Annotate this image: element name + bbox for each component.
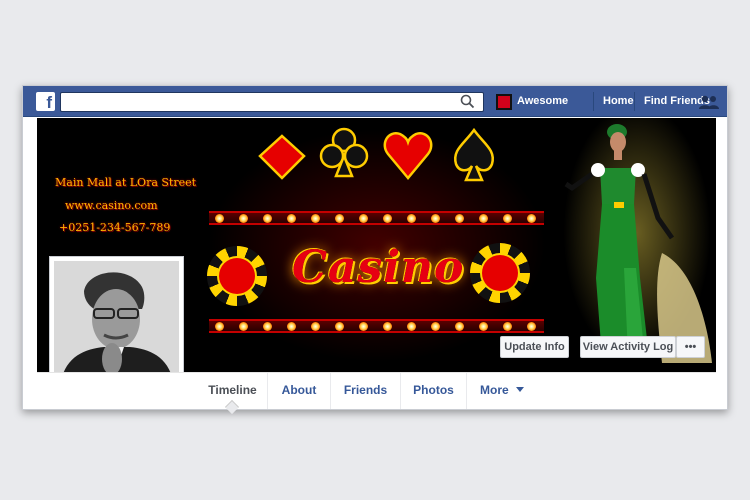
- tab-more[interactable]: More: [467, 373, 537, 409]
- tab-more-label: More: [480, 383, 509, 397]
- diamond-icon: [258, 134, 306, 180]
- tab-friends[interactable]: Friends: [331, 373, 401, 409]
- nav-divider: [634, 92, 635, 111]
- heart-icon: [383, 132, 433, 180]
- home-link[interactable]: Home: [603, 95, 634, 107]
- nav-divider: [593, 92, 594, 111]
- club-icon: [319, 127, 369, 178]
- search-icon[interactable]: [459, 93, 477, 111]
- marquee-lights-top: [209, 211, 544, 225]
- profile-thumbnail[interactable]: [496, 94, 512, 110]
- update-info-button[interactable]: Update Info: [500, 336, 569, 358]
- facebook-page-frame: f Awesome Home Find Friends Main Mall at…: [22, 85, 728, 415]
- search-input[interactable]: [60, 92, 484, 112]
- card-suits-decoration: [258, 127, 495, 182]
- cover-website-text: www.casino.com: [65, 199, 158, 212]
- tab-about[interactable]: About: [268, 373, 331, 409]
- tab-photos[interactable]: Photos: [401, 373, 467, 409]
- profile-name-link[interactable]: Awesome: [517, 95, 568, 107]
- poker-chip-right: [470, 243, 530, 303]
- marquee-lights-bottom: [209, 319, 544, 333]
- more-options-button[interactable]: •••: [676, 336, 705, 358]
- spade-icon: [453, 127, 495, 182]
- facebook-logo-icon[interactable]: f: [36, 92, 55, 111]
- top-navigation-bar: f Awesome Home Find Friends: [23, 86, 727, 117]
- casino-title: Casino: [292, 242, 465, 293]
- profile-picture[interactable]: [49, 256, 184, 391]
- profile-portrait: [54, 261, 179, 386]
- showgirl-illustration: [564, 124, 712, 363]
- cover-phone-text: +0251-234-567-789: [59, 221, 171, 234]
- cover-address-text: Main Mall at LOra Street: [55, 176, 197, 189]
- poker-chip-left: [207, 246, 267, 306]
- profile-photo: [54, 261, 179, 386]
- view-activity-log-button[interactable]: View Activity Log: [580, 336, 676, 358]
- friend-requests-icon[interactable]: [698, 95, 720, 109]
- profile-tab-bar: Timeline About Friends Photos More: [37, 372, 716, 409]
- chevron-down-icon: [516, 387, 525, 392]
